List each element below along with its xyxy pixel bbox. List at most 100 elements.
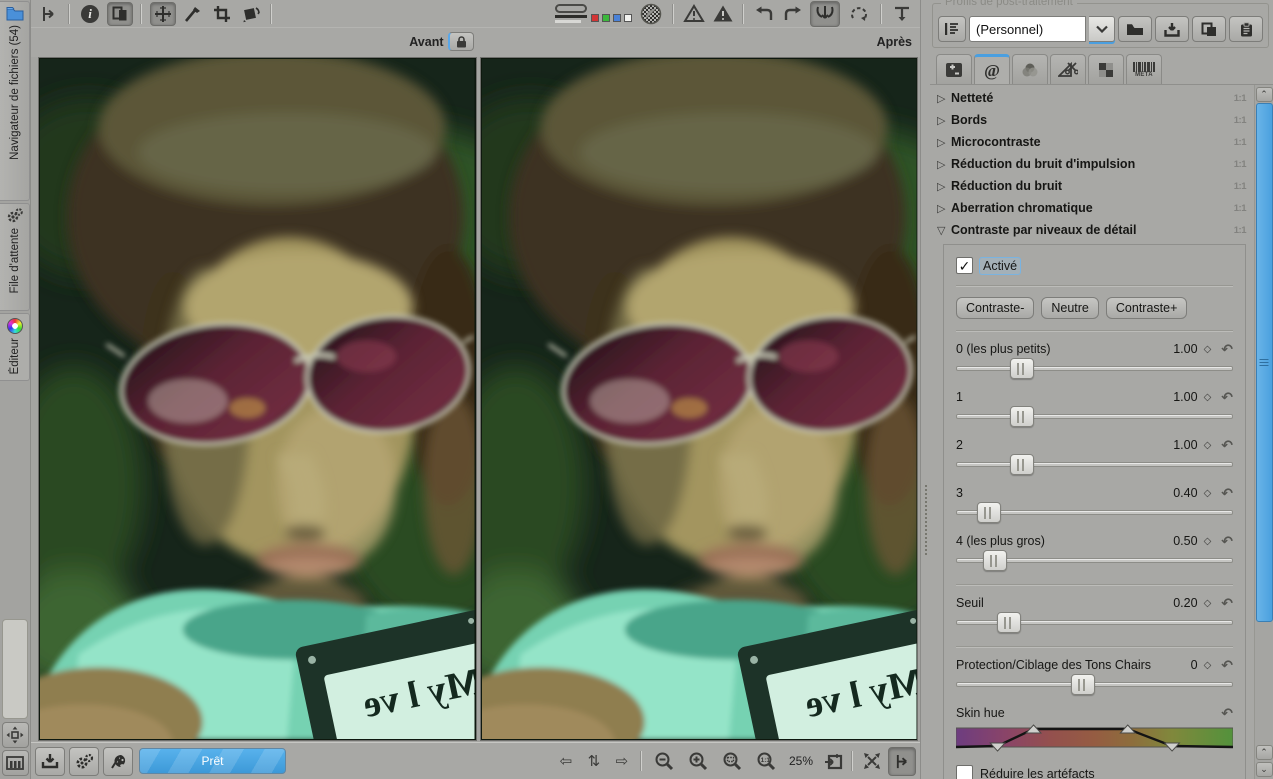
tool-expander-edges[interactable]: ▷ Bords 1:1	[930, 109, 1254, 131]
refresh-dashed-icon	[849, 5, 869, 23]
tab-transform[interactable]	[1050, 54, 1086, 84]
expander-arrow-icon: ▷	[937, 158, 951, 171]
toggle-bottom-panel-button[interactable]	[890, 3, 914, 25]
previous-image-button[interactable]: ⇦	[554, 750, 578, 772]
reset-icon[interactable]: ↶	[1221, 390, 1233, 404]
folder-open-icon	[1126, 23, 1144, 36]
zoom-out-button[interactable]	[649, 750, 679, 772]
sidebar-tab-queue[interactable]: File d'attente	[0, 203, 30, 311]
scrollbar-track[interactable]	[1256, 103, 1273, 744]
load-profile-button[interactable]	[1118, 16, 1152, 42]
highlight-clip-button[interactable]	[682, 3, 706, 25]
profile-select[interactable]: (Personnel)	[969, 16, 1086, 42]
blue-channel-icon[interactable]	[613, 14, 621, 22]
reset-icon[interactable]: ↶	[1221, 534, 1233, 548]
auto-diamond-icon: ◇	[1204, 488, 1212, 499]
navigator-pad-button[interactable]	[2, 722, 29, 748]
red-channel-icon[interactable]	[591, 14, 599, 22]
reset-icon[interactable]: ↶	[1221, 342, 1233, 356]
expander-arrow-icon: ▷	[937, 136, 951, 149]
slider-level-2[interactable]	[956, 453, 1233, 477]
crop-tool-button[interactable]	[210, 3, 234, 25]
info-button[interactable]: i	[78, 3, 102, 25]
scroll-down-button[interactable]: ⌄	[1256, 762, 1273, 777]
refresh-preview-button[interactable]	[845, 3, 873, 25]
slider-level-0[interactable]	[956, 357, 1233, 381]
tool-expander-cbdl[interactable]: ▽ Contraste par niveaux de détail 1:1	[930, 219, 1254, 241]
cbdl-enabled-checkbox[interactable]: ✓ Activé	[956, 257, 1233, 274]
reduce-artifacts-checkbox[interactable]: ✓ Réduire les artéfacts	[956, 765, 1233, 779]
profile-dropdown-button[interactable]	[1089, 16, 1115, 42]
tool-expander-impulse-noise[interactable]: ▷ Réduction du bruit d'impulsion 1:1	[930, 153, 1254, 175]
next-image-button[interactable]: ⇨	[610, 750, 634, 772]
histogram-channels-widget[interactable]	[555, 4, 632, 23]
tab-metadata[interactable]: META	[1126, 54, 1162, 84]
queue-image-button[interactable]	[69, 747, 99, 776]
redo-button[interactable]	[781, 3, 805, 25]
tab-color[interactable]	[1012, 54, 1048, 84]
undo-button[interactable]	[752, 3, 776, 25]
before-after-toggle-button[interactable]	[107, 2, 133, 26]
tab-raw[interactable]	[1088, 54, 1124, 84]
tab-exposure[interactable]	[936, 54, 972, 84]
tool-expander-chromatic-aberration[interactable]: ▷ Aberration chromatique 1:1	[930, 197, 1254, 219]
sidebar-tab-editor[interactable]: Éditeur	[0, 313, 30, 381]
copy-profile-button[interactable]	[1192, 16, 1226, 42]
sidebar-tab-file-browser[interactable]: Navigateur de fichiers (54)	[0, 1, 30, 201]
zoom-in-button[interactable]	[683, 750, 713, 772]
reset-icon[interactable]: ↶	[1221, 438, 1233, 452]
slider-skin-protection[interactable]	[956, 673, 1233, 697]
before-lock-button[interactable]	[448, 32, 474, 51]
tools-scrollbar[interactable]: ⌃ ⌃ ⌄	[1254, 85, 1273, 779]
zoom-fit-button[interactable]	[717, 750, 747, 772]
pan-tool-button[interactable]	[888, 747, 916, 776]
slider-level-4[interactable]	[956, 549, 1233, 573]
filmstrip-toggle-button[interactable]	[2, 750, 29, 776]
neutral-button[interactable]: Neutre	[1041, 297, 1099, 319]
shadow-clip-button[interactable]	[711, 3, 735, 25]
green-channel-icon[interactable]	[602, 14, 610, 22]
snapshot-split-button[interactable]	[810, 1, 840, 27]
fullscreen-button[interactable]	[860, 750, 884, 772]
detach-preview-button[interactable]	[821, 750, 845, 772]
zoom-100-button[interactable]: 1:1	[751, 750, 781, 772]
raw-histogram-button[interactable]	[637, 3, 665, 25]
photo-before[interactable]: My l ve	[38, 57, 477, 741]
paste-profile-button[interactable]	[1229, 16, 1263, 42]
luma-channel-icon[interactable]	[624, 14, 632, 22]
skin-hue-curve[interactable]	[956, 724, 1233, 755]
contrast-minus-button[interactable]: Contraste-	[956, 297, 1034, 319]
slider-threshold[interactable]	[956, 611, 1233, 635]
tab-detail[interactable]: @	[974, 54, 1010, 84]
hand-tool-button[interactable]	[37, 3, 61, 25]
svg-text:1:1: 1:1	[761, 757, 771, 764]
tool-expander-noise-reduction[interactable]: ▷ Réduction du bruit 1:1	[930, 175, 1254, 197]
reset-icon[interactable]: ↶	[1221, 706, 1233, 720]
exposure-icon	[945, 62, 963, 78]
straighten-tool-button[interactable]	[239, 3, 263, 25]
tool-expander-microcontrast[interactable]: ▷ Microcontraste 1:1	[930, 131, 1254, 153]
slider-level-3[interactable]	[956, 501, 1233, 525]
scroll-up-button[interactable]: ⌃	[1256, 87, 1273, 102]
contrast-plus-button[interactable]: Contraste+	[1106, 297, 1188, 319]
reset-icon[interactable]: ↶	[1221, 486, 1233, 500]
sidebar-tab-label: Navigateur de fichiers (54)	[9, 25, 21, 160]
color-picker-button[interactable]	[181, 3, 205, 25]
save-image-button[interactable]	[35, 747, 65, 776]
photo-after[interactable]: My l ve	[480, 57, 919, 741]
reset-icon[interactable]: ↶	[1221, 596, 1233, 610]
slider-level-1[interactable]	[956, 405, 1233, 429]
scrollbar-thumb[interactable]	[1256, 103, 1273, 622]
panel-splitter[interactable]	[921, 0, 930, 779]
save-profile-button[interactable]	[1155, 16, 1189, 42]
reset-icon[interactable]: ↶	[1221, 658, 1233, 672]
scroll-up-button-secondary[interactable]: ⌃	[1256, 745, 1273, 760]
send-to-editor-button[interactable]	[103, 747, 133, 776]
tool-expander-sharpening[interactable]: ▷ Netteté 1:1	[930, 87, 1254, 109]
profiles-fill-mode-button[interactable]	[938, 16, 966, 42]
crosshair-tool-button[interactable]	[150, 2, 176, 26]
zoom-fit-icon	[722, 751, 742, 771]
history-panel-handle[interactable]	[2, 619, 28, 719]
sync-filebrowser-button[interactable]: ⇅	[582, 750, 606, 772]
divider	[956, 285, 1233, 286]
